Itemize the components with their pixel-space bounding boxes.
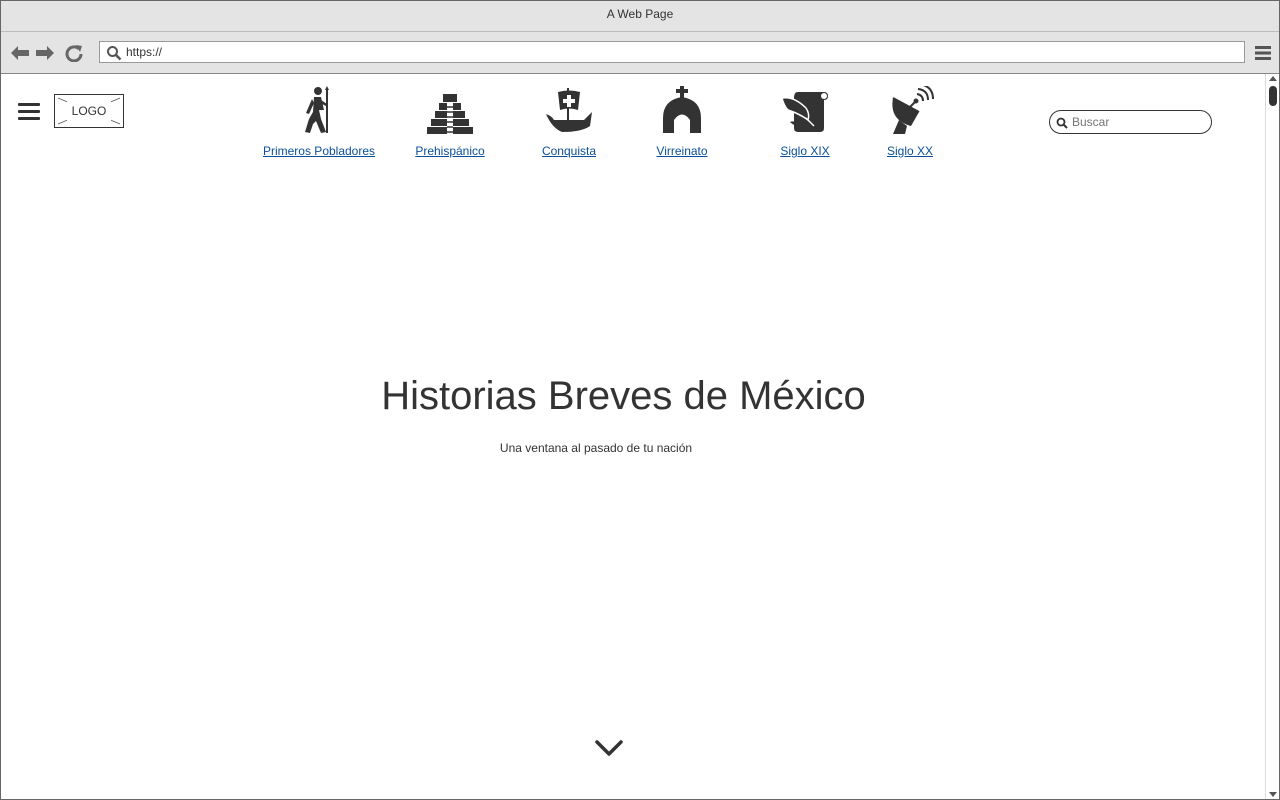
- browser-menu-icon[interactable]: [1255, 46, 1271, 60]
- page-content: LOGO Primeros Pobladores Prehispánico Co…: [1, 74, 1264, 799]
- nav-link-virreinato[interactable]: Virreinato: [649, 144, 715, 158]
- scroll-up-arrow-icon[interactable]: [1269, 76, 1277, 81]
- reload-icon[interactable]: [63, 44, 85, 62]
- browser-toolbar: [1, 32, 1279, 74]
- nav-link-siglo-xix[interactable]: Siglo XIX: [773, 144, 837, 158]
- satellite-dish-icon: [892, 86, 934, 134]
- nav-link-siglo-xx[interactable]: Siglo XX: [882, 144, 938, 158]
- ship-icon: [546, 88, 592, 132]
- church-icon: [663, 86, 701, 133]
- search-icon: [1056, 117, 1068, 129]
- scroll-quill-icon: [781, 92, 828, 132]
- pyramid-icon: [427, 94, 473, 134]
- nav-item-siglo-xx[interactable]: Siglo XX: [882, 86, 938, 158]
- nav-link-primeros-pobladores[interactable]: Primeros Pobladores: [260, 144, 378, 158]
- logo[interactable]: LOGO: [54, 94, 124, 128]
- url-input[interactable]: [126, 44, 1226, 60]
- nav-link-prehispanico[interactable]: Prehispánico: [410, 144, 490, 158]
- scrollbar-thumb[interactable]: [1269, 86, 1277, 106]
- hamburger-menu-icon[interactable]: [18, 103, 40, 121]
- nav-item-primeros-pobladores[interactable]: Primeros Pobladores: [260, 86, 378, 158]
- back-arrow-icon[interactable]: [9, 44, 31, 62]
- browser-window: A Web Page https:// LOGO Primeros Poblad…: [0, 0, 1280, 800]
- search-box[interactable]: [1049, 110, 1212, 134]
- vertical-scrollbar[interactable]: [1265, 74, 1279, 799]
- nav-item-conquista[interactable]: Conquista: [534, 86, 604, 158]
- hero-title: Historias Breves de México: [381, 374, 866, 418]
- window-title: A Web Page: [606, 7, 674, 21]
- nav-link-conquista[interactable]: Conquista: [534, 144, 604, 158]
- hiker-icon: [305, 86, 329, 133]
- nav-item-prehispanico[interactable]: Prehispánico: [410, 86, 490, 158]
- nav-item-siglo-xix[interactable]: Siglo XIX: [773, 86, 837, 158]
- address-bar[interactable]: [99, 41, 1245, 63]
- hero-subtitle: Una ventana al pasado de tu nación: [499, 441, 693, 455]
- chevron-down-icon[interactable]: [595, 738, 623, 758]
- logo-text: LOGO: [71, 104, 107, 118]
- search-icon: [107, 46, 122, 61]
- title-bar: A Web Page: [1, 1, 1279, 32]
- forward-arrow-icon[interactable]: [34, 44, 56, 62]
- nav-item-virreinato[interactable]: Virreinato: [649, 86, 715, 158]
- scroll-down-arrow-icon[interactable]: [1269, 792, 1277, 797]
- search-input[interactable]: [1072, 114, 1202, 130]
